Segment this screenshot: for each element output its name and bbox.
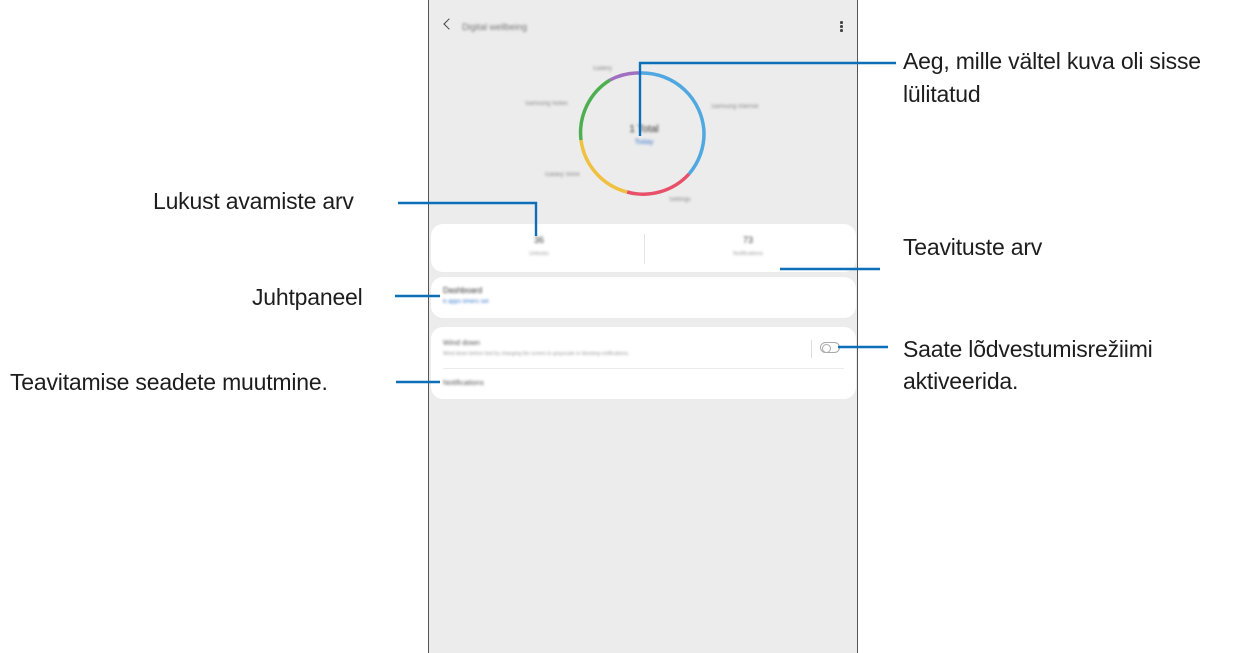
- device-screen: Digital wellbeing 1 Total Today Gallery …: [428, 0, 858, 653]
- toggle-separator: [811, 340, 812, 358]
- stats-divider: [644, 234, 645, 264]
- donut-app-label: Galaxy Store: [545, 172, 580, 178]
- ring-segment-galaxy-store: [579, 139, 628, 194]
- dashboard-card[interactable]: Dashboard 6 apps timers set: [431, 277, 856, 318]
- ring-segment-contacts: [578, 78, 611, 141]
- notifications-settings-item[interactable]: Notifications: [443, 378, 484, 387]
- settings-card: Wind down Wind down before bed by changi…: [431, 327, 856, 399]
- notifications-stat-label: Notifications: [733, 251, 763, 257]
- ring-segment-settings: [626, 172, 691, 196]
- callout-notification-settings: Teavitamise seadete muutmine.: [10, 369, 328, 395]
- callout-dashboard: Juhtpaneel: [252, 284, 363, 310]
- donut-period-link[interactable]: Today: [609, 139, 679, 146]
- wind-down-title[interactable]: Wind down: [443, 338, 480, 347]
- callout-unlocks: Lukust avamiste arv: [153, 188, 354, 214]
- callout-screen-time-line1: Aeg, mille vältel kuva oli sisse: [903, 48, 1201, 74]
- unlocks-count: 36: [533, 235, 544, 245]
- usage-donut-chart[interactable]: [429, 0, 858, 215]
- dashboard-title: Dashboard: [443, 286, 483, 295]
- donut-app-label: Samsung Internet: [711, 104, 759, 110]
- stats-card: 36 Unlocks 73 Notifications: [431, 224, 856, 272]
- donut-app-label: Settings: [669, 197, 691, 203]
- donut-app-label: Samsung Notes: [525, 101, 568, 107]
- callout-notifications: Teavituste arv: [903, 234, 1043, 260]
- wind-down-description: Wind down before bed by changing the scr…: [443, 351, 630, 357]
- donut-total-time: 1 Total: [629, 124, 659, 135]
- callout-wind-down-line1: Saate lõdvestumisrežiimi: [903, 336, 1153, 362]
- donut-app-label: Gallery: [593, 66, 613, 72]
- ring-segment-notes: [609, 71, 642, 82]
- ring-segment-samsung-internet: [687, 131, 706, 176]
- settings-divider: [443, 368, 844, 369]
- wind-down-toggle[interactable]: [820, 342, 840, 353]
- callout-screen-time-line2: lülitatud: [903, 81, 981, 107]
- unlocks-label: Unlocks: [529, 251, 549, 257]
- notifications-count: 73: [742, 235, 753, 245]
- dashboard-subtitle: 6 apps timers set: [443, 299, 489, 305]
- toggle-knob: [822, 344, 831, 353]
- callout-wind-down-line2: aktiveerida.: [903, 368, 1019, 394]
